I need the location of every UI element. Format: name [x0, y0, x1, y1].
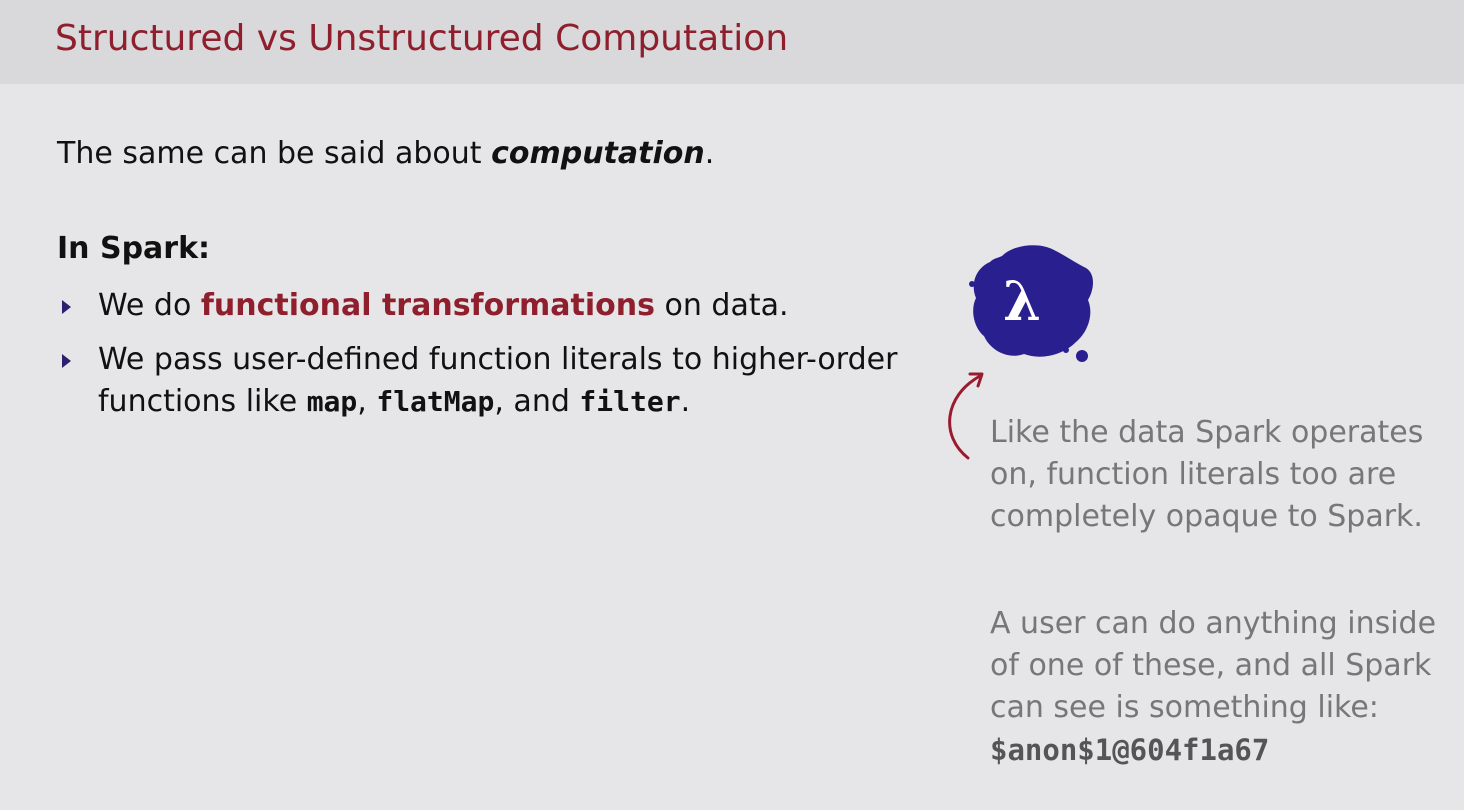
intro-emphasis: computation: [491, 136, 705, 171]
slide-title: Structured vs Unstructured Computation: [55, 18, 789, 59]
ink-dot: [1076, 350, 1088, 362]
bullet-list: We do functional transformations on data…: [60, 285, 950, 435]
ink-dot: [1063, 347, 1069, 353]
bullet-text: , and: [494, 384, 580, 419]
bullet-text: We do: [98, 288, 201, 323]
ink-dot: [969, 281, 975, 287]
code-flatmap: flatMap: [376, 385, 495, 418]
lambda-symbol: λ: [1003, 269, 1041, 333]
side-note-text: A user can do anything inside of one of …: [990, 606, 1437, 725]
side-note-anything: A user can do anything inside of one of …: [990, 603, 1450, 772]
section-heading: In Spark:: [57, 231, 211, 266]
code-filter: filter: [579, 385, 681, 418]
side-note-opaque: Like the data Spark operates on, functio…: [990, 415, 1424, 534]
curved-arrow-icon: [948, 372, 984, 460]
lambda-icon: λ: [969, 245, 1093, 362]
bullet-text: .: [680, 384, 691, 419]
bullet-text: on data.: [654, 288, 789, 323]
triangle-bullet-icon: [62, 354, 71, 368]
bullet-item-function-literals: We pass user-defined function literals t…: [60, 339, 950, 423]
intro-period: .: [704, 136, 715, 171]
highlight-term: functional transformations: [200, 288, 655, 323]
anon-function-code: $anon$1@604f1a67: [990, 733, 1270, 767]
title-bar: Structured vs Unstructured Computation: [0, 0, 1464, 84]
intro-text: The same can be said about: [57, 136, 492, 171]
arrow-curve: [948, 374, 982, 460]
bullet-item-transformations: We do functional transformations on data…: [60, 285, 950, 327]
code-map: map: [306, 385, 358, 418]
bullet-text: ,: [357, 384, 377, 419]
triangle-bullet-icon: [62, 300, 71, 314]
intro-line: The same can be said about computation.: [57, 136, 714, 171]
